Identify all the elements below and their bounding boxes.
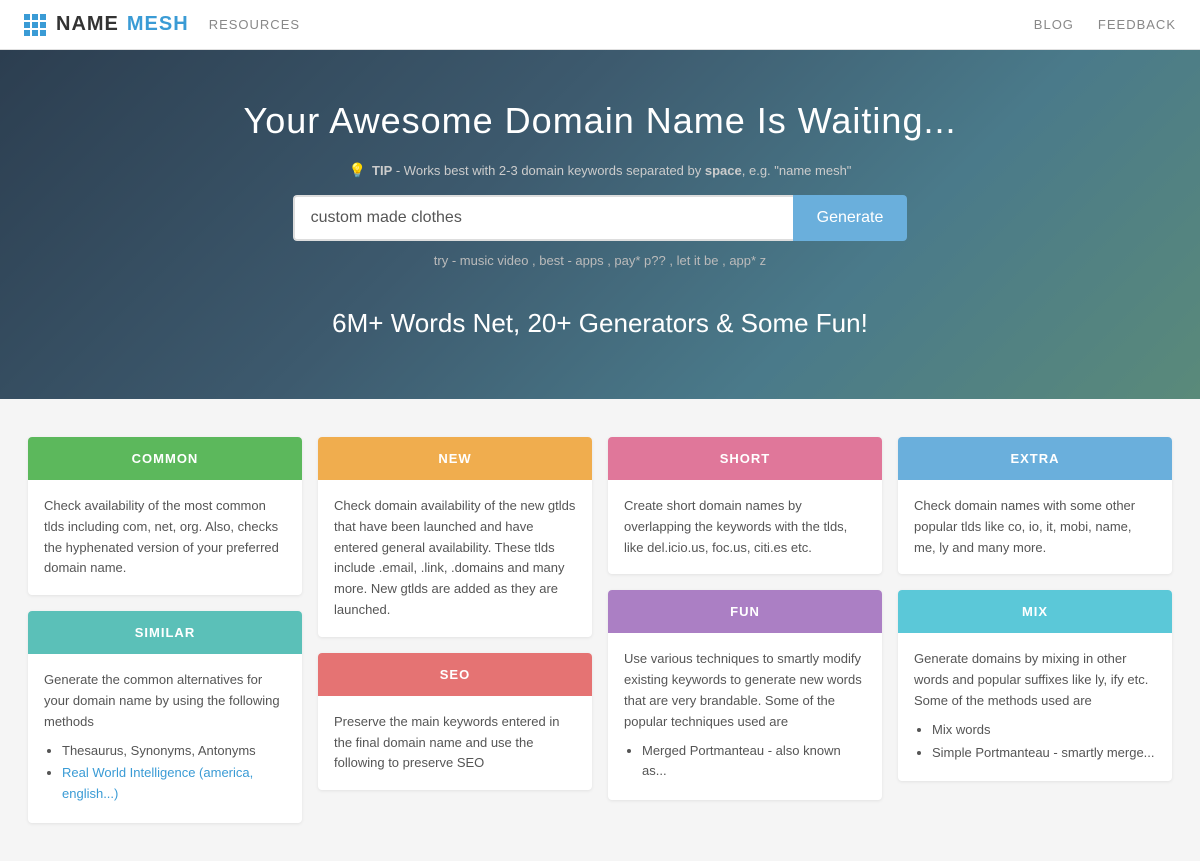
list-item: Thesaurus, Synonyms, Antonyms [62, 741, 286, 762]
card-similar-body: Generate the common alternatives for you… [28, 654, 302, 823]
bulb-icon: 💡 [349, 162, 366, 179]
try-links: music video , best - apps , pay* p?? , l… [460, 253, 766, 268]
header-right: BLOG FEEDBACK [1034, 17, 1176, 32]
hero-headline: Your Awesome Domain Name Is Waiting... [20, 100, 1180, 142]
tip-example: , e.g. "name mesh" [742, 163, 852, 178]
card-seo-header: SEO [318, 653, 592, 696]
card-seo-body: Preserve the main keywords entered in th… [318, 696, 592, 790]
card-common: COMMON Check availability of the most co… [28, 437, 302, 595]
card-new: NEW Check domain availability of the new… [318, 437, 592, 637]
tip-label: TIP [372, 163, 392, 178]
list-item: Merged Portmanteau - also known as... [642, 741, 866, 783]
hero-section: Your Awesome Domain Name Is Waiting... 💡… [0, 50, 1200, 399]
card-col-4: EXTRA Check domain names with some other… [890, 429, 1180, 831]
card-short: SHORT Create short domain names by overl… [608, 437, 882, 574]
card-mix-header: MIX [898, 590, 1172, 633]
card-similar-header: SIMILAR [28, 611, 302, 654]
generate-button[interactable]: Generate [793, 195, 908, 241]
hero-subheadline: 6M+ Words Net, 20+ Generators & Some Fun… [20, 308, 1180, 339]
try-row: try - music video , best - apps , pay* p… [20, 253, 1180, 268]
card-mix-body: Generate domains by mixing in other word… [898, 633, 1172, 781]
card-fun-header: FUN [608, 590, 882, 633]
search-input[interactable] [293, 195, 793, 241]
search-row: Generate [20, 195, 1180, 241]
tip-content: TIP - Works best with 2-3 domain keyword… [372, 163, 851, 178]
similar-list: Thesaurus, Synonyms, Antonyms Real World… [44, 741, 286, 805]
card-fun: FUN Use various techniques to smartly mo… [608, 590, 882, 800]
mix-list: Mix words Simple Portmanteau - smartly m… [914, 720, 1156, 764]
header-left: NAME MESH RESOURCES [24, 13, 300, 36]
tip-row: 💡 TIP - Works best with 2-3 domain keywo… [20, 162, 1180, 179]
card-similar: SIMILAR Generate the common alternatives… [28, 611, 302, 823]
card-extra-body: Check domain names with some other popul… [898, 480, 1172, 574]
fun-list: Merged Portmanteau - also known as... [624, 741, 866, 783]
list-item: Simple Portmanteau - smartly merge... [932, 743, 1156, 764]
logo-grid-icon [24, 14, 46, 36]
card-new-body: Check domain availability of the new gtl… [318, 480, 592, 637]
logo-name: NAME [56, 13, 119, 36]
card-mix: MIX Generate domains by mixing in other … [898, 590, 1172, 781]
card-short-header: SHORT [608, 437, 882, 480]
card-col-3: SHORT Create short domain names by overl… [600, 429, 890, 831]
list-item: Mix words [932, 720, 1156, 741]
header: NAME MESH RESOURCES BLOG FEEDBACK [0, 0, 1200, 50]
card-fun-body: Use various techniques to smartly modify… [608, 633, 882, 800]
nav-resources[interactable]: RESOURCES [209, 17, 300, 32]
card-col-2: NEW Check domain availability of the new… [310, 429, 600, 831]
tip-bold: space [705, 163, 742, 178]
card-new-header: NEW [318, 437, 592, 480]
try-prefix: try - [434, 253, 460, 268]
card-common-body: Check availability of the most common tl… [28, 480, 302, 595]
tip-text: - Works best with 2-3 domain keywords se… [392, 163, 705, 178]
card-col-1: COMMON Check availability of the most co… [20, 429, 310, 831]
list-item: Real World Intelligence (america, englis… [62, 763, 286, 805]
card-short-body: Create short domain names by overlapping… [608, 480, 882, 574]
logo: NAME MESH [24, 13, 189, 36]
nav-blog[interactable]: BLOG [1034, 17, 1074, 32]
nav-feedback[interactable]: FEEDBACK [1098, 17, 1176, 32]
card-common-header: COMMON [28, 437, 302, 480]
card-extra-header: EXTRA [898, 437, 1172, 480]
card-extra: EXTRA Check domain names with some other… [898, 437, 1172, 574]
cards-section: COMMON Check availability of the most co… [0, 399, 1200, 861]
logo-mesh: MESH [127, 13, 189, 36]
similar-link[interactable]: Real World Intelligence (america, englis… [62, 765, 253, 801]
card-seo: SEO Preserve the main keywords entered i… [318, 653, 592, 790]
